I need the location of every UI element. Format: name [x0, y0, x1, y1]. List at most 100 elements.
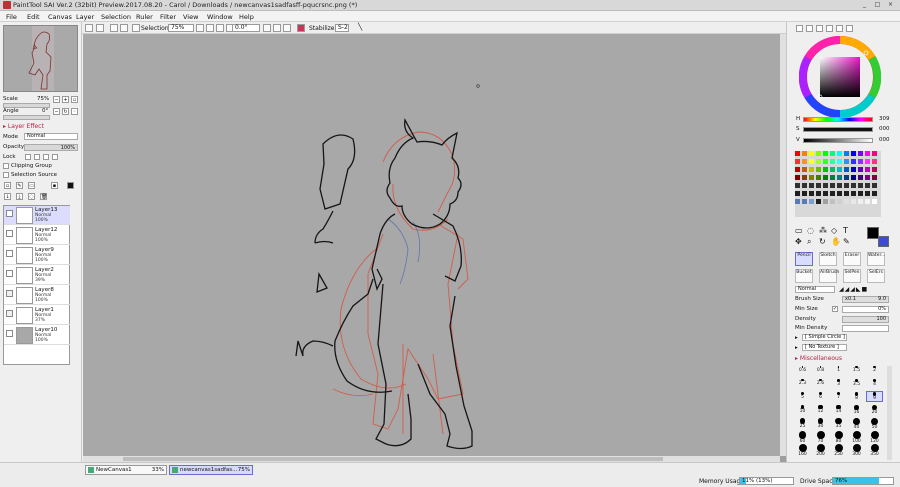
color-swatch[interactable] — [816, 183, 821, 188]
color-swatch[interactable] — [858, 175, 863, 180]
color-swatch[interactable] — [809, 183, 814, 188]
layer-row[interactable]: Layer9 Normal 100% — [4, 246, 70, 265]
hsv-slider-tab-icon[interactable] — [816, 25, 823, 32]
brush-size-cell[interactable]: 40 — [849, 418, 864, 430]
miscellaneous-title[interactable]: ▸ Miscellaneous — [795, 355, 842, 362]
clear-layer-icon[interactable]: ◌ — [28, 193, 35, 200]
undo-icon[interactable] — [85, 24, 93, 32]
min-size-checkbox[interactable]: ✓ — [832, 306, 838, 312]
color-swatch[interactable] — [830, 191, 835, 196]
brush-size-cell[interactable]: 0.8 — [813, 366, 828, 373]
document-tab[interactable]: newcanvas1sadfas... 75% — [169, 465, 253, 475]
tool-tile[interactable]: SelErs — [867, 269, 885, 283]
zoom-icon[interactable]: ⌕ — [807, 237, 811, 247]
color-swatch[interactable] — [830, 167, 835, 172]
horizontal-scroll-thumb[interactable] — [123, 457, 663, 461]
brush-size-cell[interactable]: 250 — [831, 444, 846, 457]
color-swatch[interactable] — [851, 175, 856, 180]
color-swatch[interactable] — [865, 151, 870, 156]
color-swatch[interactable] — [837, 151, 842, 156]
tool-tile[interactable]: SelPen — [843, 269, 861, 283]
brush-shape-select[interactable]: [ Simple Circle ] — [802, 334, 847, 341]
mixer-tab-icon[interactable] — [846, 25, 853, 32]
angle-slider[interactable] — [3, 115, 50, 120]
invert-selection-icon[interactable] — [120, 24, 128, 32]
opacity-slider[interactable]: 100% — [24, 144, 78, 151]
visibility-eye-icon[interactable] — [6, 330, 13, 337]
visibility-eye-icon[interactable] — [6, 270, 13, 277]
color-swatch[interactable] — [844, 151, 849, 156]
menu-file[interactable]: File — [6, 13, 17, 21]
color-swatch[interactable] — [802, 167, 807, 172]
color-swatch[interactable] — [795, 159, 800, 164]
angle-reset-button[interactable]: ◦ — [71, 108, 78, 115]
brush-size-cell[interactable]: 10 — [795, 405, 810, 414]
color-swatch[interactable] — [837, 167, 842, 172]
visibility-eye-icon[interactable] — [6, 310, 13, 317]
menu-selection[interactable]: Selection — [101, 13, 131, 21]
color-swatch[interactable] — [795, 191, 800, 196]
line-tool-icon[interactable]: ╲ — [358, 23, 362, 31]
color-swatch[interactable] — [865, 183, 870, 188]
angle-rotate-button[interactable]: ↻ — [62, 108, 69, 115]
color-swatch[interactable] — [844, 199, 849, 204]
color-swatch[interactable] — [837, 183, 842, 188]
color-wheel[interactable] — [799, 36, 881, 118]
navigator-preview[interactable] — [3, 25, 78, 92]
layer-fill-icon[interactable] — [67, 182, 74, 189]
menu-edit[interactable]: Edit — [27, 13, 40, 21]
density-slider[interactable]: 100 — [842, 316, 889, 323]
brush-size-cell[interactable]: 3.5 — [849, 379, 864, 387]
visibility-eye-icon[interactable] — [6, 230, 13, 237]
color-swatch[interactable] — [830, 183, 835, 188]
brush-size-cell[interactable]: 14 — [831, 405, 846, 414]
color-swatch[interactable] — [809, 175, 814, 180]
color-swatch[interactable] — [816, 191, 821, 196]
layer-row[interactable]: Layer1 Normal 37% — [4, 306, 70, 325]
color-swatch[interactable] — [872, 191, 877, 196]
brush-size-cell[interactable]: 6 — [813, 392, 828, 400]
color-swatch[interactable] — [795, 199, 800, 204]
color-swatch[interactable] — [837, 159, 842, 164]
rotate-reset-button[interactable] — [283, 24, 291, 32]
brush-blend-select[interactable]: Normal — [795, 286, 835, 293]
scale-reset-button[interactable]: ▫ — [71, 96, 78, 103]
layer-row[interactable]: Layer2 Normal 39% — [4, 266, 70, 285]
color-swatch[interactable] — [816, 151, 821, 156]
color-swatch[interactable] — [802, 175, 807, 180]
tool-tile[interactable]: Sketch — [819, 252, 837, 266]
color-swatch[interactable] — [844, 167, 849, 172]
color-swatch[interactable] — [858, 159, 863, 164]
color-swatch[interactable] — [802, 191, 807, 196]
color-swatch[interactable] — [809, 151, 814, 156]
color-swatch[interactable] — [851, 199, 856, 204]
color-swatch[interactable] — [865, 191, 870, 196]
magic-wand-icon[interactable]: ⁂ — [819, 226, 827, 235]
transfer-down-icon[interactable]: ↓ — [4, 193, 11, 200]
brush-size-scrollbar[interactable] — [887, 366, 892, 460]
scratchpad-tab-icon[interactable] — [836, 25, 843, 32]
rotation-field[interactable]: 0.0° — [232, 24, 260, 32]
visibility-eye-icon[interactable] — [6, 210, 13, 217]
new-layer-icon[interactable]: ▫ — [4, 182, 11, 189]
color-swatch[interactable] — [851, 159, 856, 164]
lock-all-icon[interactable] — [52, 154, 58, 160]
brush-size-cell[interactable]: 80 — [831, 431, 846, 444]
color-swatch[interactable] — [816, 175, 821, 180]
color-swatch[interactable] — [823, 175, 828, 180]
value-slider[interactable] — [803, 138, 873, 143]
rgb-slider-tab-icon[interactable] — [806, 25, 813, 32]
color-swatch[interactable] — [809, 191, 814, 196]
color-swatch[interactable] — [851, 167, 856, 172]
brush-size-cell[interactable]: 200 — [813, 444, 828, 457]
hand-icon[interactable]: ✋ — [831, 237, 841, 246]
redo-icon[interactable] — [96, 24, 104, 32]
color-swatch[interactable] — [858, 167, 863, 172]
color-swatch[interactable] — [865, 175, 870, 180]
layer-effect-title[interactable]: ▸ Layer Effect — [3, 123, 44, 130]
tool-tile[interactable]: Eraser — [843, 252, 861, 266]
menu-window[interactable]: Window — [207, 13, 233, 21]
color-swatch[interactable] — [844, 159, 849, 164]
color-swatch[interactable] — [844, 183, 849, 188]
new-linework-layer-icon[interactable]: ✎ — [16, 182, 23, 189]
